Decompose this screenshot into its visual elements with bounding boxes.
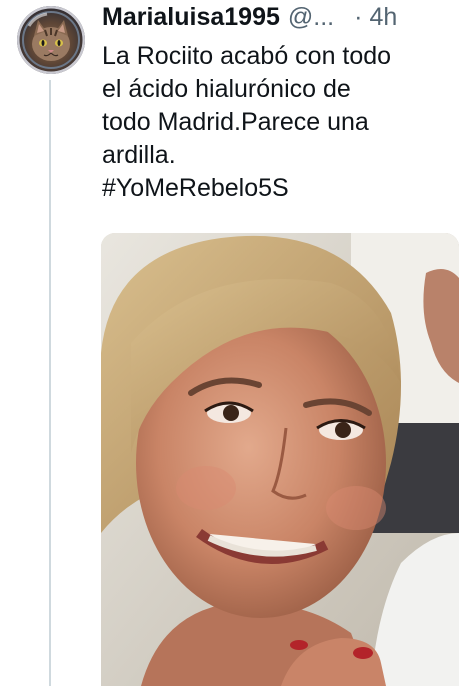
author-handle[interactable]: @... (288, 2, 334, 32)
tweet-text-line: todo Madrid.Parece una (102, 108, 369, 136)
tweet-media-photo[interactable] (101, 233, 459, 686)
tweet-timestamp[interactable]: 4h (369, 2, 397, 32)
hashtag-link[interactable]: #YoMeRebelo5S (102, 172, 462, 205)
photo-image-icon (101, 233, 459, 686)
tweet-header: Marialuisa1995 @... · 4h (102, 2, 462, 32)
thread-line (49, 80, 51, 686)
author-display-name[interactable]: Marialuisa1995 (102, 2, 280, 32)
header-separator: · (354, 3, 363, 31)
tweet-text-line: el ácido hialurónico de (102, 75, 351, 103)
author-avatar[interactable] (17, 6, 85, 74)
tweet-text-line: ardilla. (102, 141, 176, 169)
tweet-text-line: La Rociito acabó con todo (102, 42, 392, 70)
tweet-text: La Rociito acabó con todo el ácido hialu… (102, 40, 462, 205)
cat-astronaut-avatar-icon (17, 6, 85, 74)
